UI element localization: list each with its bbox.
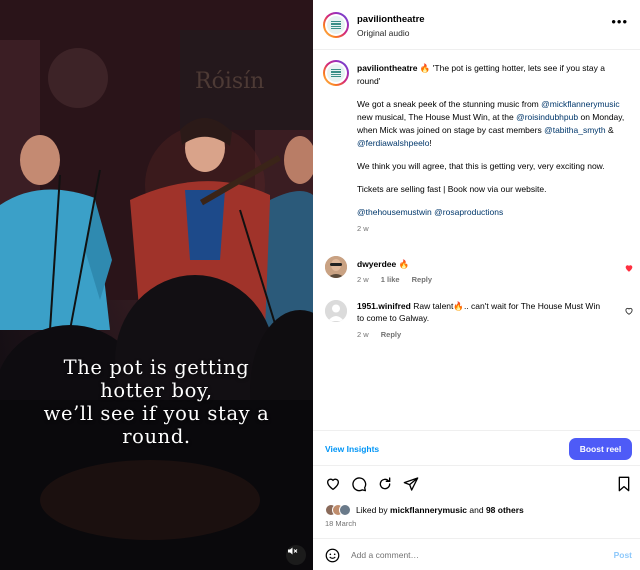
- stage-scene: Róisín: [0, 0, 313, 570]
- post-sidebar: paviliontheatre Original audio ••• pavil…: [313, 0, 640, 570]
- caption-line: The pot is getting: [63, 356, 250, 379]
- others-link[interactable]: 98 others: [486, 505, 524, 515]
- comment-input[interactable]: Add a comment…: [351, 550, 419, 560]
- user-photo-icon: [325, 256, 347, 278]
- caption-text: &: [605, 125, 614, 135]
- avatar[interactable]: [325, 300, 347, 322]
- caption-text: new musical, The House Must Win, at the: [357, 112, 517, 122]
- caption-text: We think you will agree, that this is ge…: [357, 161, 605, 171]
- comment-time[interactable]: 2 w: [357, 275, 369, 284]
- mention-link[interactable]: @rosaproductions: [434, 207, 503, 217]
- avatar[interactable]: [325, 256, 347, 278]
- boost-reel-button[interactable]: Boost reel: [569, 438, 632, 460]
- bookmark-icon[interactable]: [617, 476, 631, 492]
- likes-text: Liked by: [356, 505, 391, 515]
- post-date: 18 March: [325, 519, 357, 528]
- likes-summary: Liked by mickflannerymusic and 98 others: [325, 504, 524, 516]
- caption-text: Tickets are selling fast | Book now via …: [357, 184, 547, 194]
- mention-link[interactable]: @thehousemustwin: [357, 207, 432, 217]
- post-button[interactable]: Post: [614, 550, 632, 560]
- refresh-icon[interactable]: [377, 476, 393, 492]
- volume-muted-icon: [288, 547, 298, 555]
- reel-video[interactable]: Róisín The pot is getting hotter boy, we…: [0, 0, 313, 570]
- heart-icon[interactable]: [624, 263, 634, 273]
- default-user-icon: [325, 300, 347, 322]
- avatar[interactable]: [323, 12, 349, 38]
- caption-line: round.: [122, 425, 191, 448]
- caption-line: hotter boy,: [100, 379, 213, 402]
- comments-section: paviliontheatre 🔥 'The pot is getting ho…: [313, 50, 640, 430]
- mention-link[interactable]: @tabitha_smyth: [544, 125, 606, 135]
- share-icon[interactable]: [403, 476, 419, 492]
- pavilion-logo-icon: [327, 16, 345, 34]
- audio-label[interactable]: Original audio: [357, 28, 409, 38]
- comment-username[interactable]: dwyerdee: [357, 259, 396, 269]
- likes-text: and: [467, 505, 486, 515]
- mute-button[interactable]: [286, 545, 306, 565]
- heart-icon[interactable]: [624, 306, 634, 316]
- mention-link[interactable]: @mickflannerymusic: [541, 99, 620, 109]
- caption-text: We got a sneak peek of the stunning musi…: [357, 99, 542, 109]
- avatar: [339, 504, 351, 516]
- comment-likes[interactable]: 1 like: [381, 275, 400, 284]
- caption-text: !: [429, 138, 432, 148]
- heart-icon[interactable]: [325, 476, 341, 492]
- comment-meta: 2 w 1 like Reply: [357, 275, 442, 284]
- header-username[interactable]: paviliontheatre: [357, 14, 425, 25]
- pavilion-logo-icon: [327, 64, 345, 82]
- post-caption: paviliontheatre 🔥 'The pot is getting ho…: [357, 62, 629, 235]
- svg-text:Róisín: Róisín: [195, 69, 264, 94]
- comment-username[interactable]: 1951.winifred: [357, 301, 411, 311]
- mention-link[interactable]: @ferdiawalshpeelo: [357, 138, 429, 148]
- reply-button[interactable]: Reply: [381, 330, 401, 339]
- avatar[interactable]: [323, 60, 349, 86]
- post-time[interactable]: 2 w: [357, 222, 629, 235]
- reply-button[interactable]: Reply: [412, 275, 432, 284]
- view-insights-link[interactable]: View Insights: [325, 444, 379, 454]
- add-comment-bar: Add a comment… Post: [313, 538, 640, 570]
- insights-bar: View Insights Boost reel: [313, 430, 640, 466]
- comment-icon[interactable]: [351, 476, 367, 492]
- video-caption: The pot is getting hotter boy, we’ll see…: [20, 356, 293, 448]
- caption-line: we’ll see if you stay a: [43, 402, 270, 425]
- comment-time[interactable]: 2 w: [357, 330, 369, 339]
- caption-username[interactable]: paviliontheatre: [357, 63, 417, 73]
- action-bar: Liked by mickflannerymusic and 98 others…: [313, 466, 640, 538]
- mention-link[interactable]: @roisindubhpub: [516, 112, 578, 122]
- liker-username[interactable]: mickflannerymusic: [390, 505, 467, 515]
- more-icon[interactable]: •••: [611, 15, 628, 28]
- emoji-icon[interactable]: [325, 548, 340, 563]
- comment-text: 🔥: [396, 259, 410, 269]
- comment-meta: 2 w Reply: [357, 330, 411, 339]
- post-header: paviliontheatre Original audio •••: [313, 0, 640, 50]
